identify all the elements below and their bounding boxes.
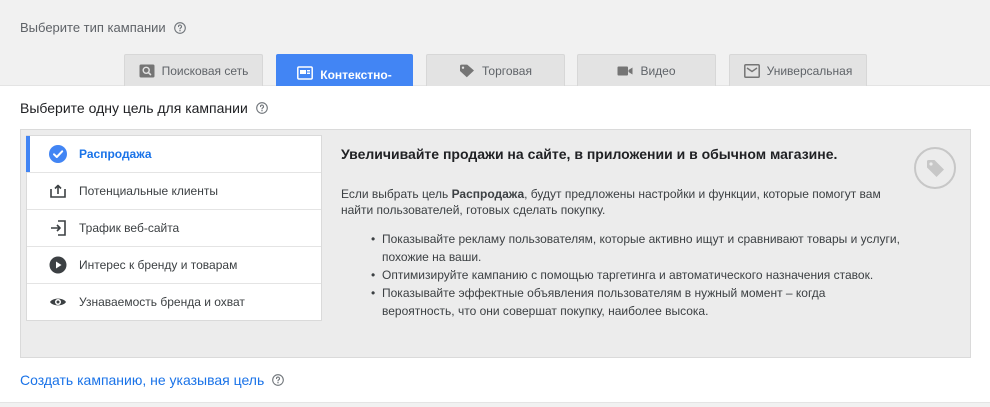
universal-icon	[743, 63, 760, 78]
intro-goal-name: Распродажа	[451, 187, 525, 201]
bullet-item: Показывайте эффектные объявления пользов…	[371, 284, 901, 320]
search-icon	[139, 64, 155, 78]
goal-detail: Увеличивайте продажи на сайте, в приложе…	[341, 146, 901, 320]
tab-shopping[interactable]: Торговая	[426, 54, 565, 86]
create-link-label: Создать кампанию, не указывая цель	[20, 372, 265, 388]
help-icon[interactable]	[255, 102, 268, 114]
shopping-tag-icon	[459, 64, 475, 78]
display-icon	[297, 66, 314, 80]
tab-label: Поисковая сеть	[161, 63, 249, 78]
video-icon	[617, 64, 633, 78]
goal-detail-heading: Увеличивайте продажи на сайте, в приложе…	[341, 146, 838, 162]
help-icon[interactable]	[173, 21, 186, 34]
goal-detail-intro: Если выбрать цель Распродажа, будут пред…	[341, 186, 901, 218]
tab-label: Контекстно-	[320, 68, 392, 82]
goal-title: Выберите одну цель для кампании	[20, 100, 268, 116]
tab-search-network[interactable]: Поисковая сеть	[124, 54, 263, 86]
tab-label: Видео	[640, 63, 676, 78]
leads-icon	[49, 182, 67, 200]
campaign-type-title: Выберите тип кампании	[20, 20, 186, 35]
goal-item-website-traffic[interactable]: Трафик веб-сайта	[27, 210, 321, 247]
check-circle-icon	[49, 145, 67, 163]
next-section-edge	[0, 402, 990, 407]
tag-icon	[914, 147, 956, 189]
intro-text: Если выбрать цель	[341, 187, 452, 201]
goal-title-text: Выберите одну цель для кампании	[20, 100, 248, 116]
goal-item-brand-interest[interactable]: Интерес к бренду и товарам	[27, 247, 321, 284]
website-traffic-icon	[49, 219, 67, 237]
tab-label: Универсальная	[766, 63, 853, 78]
help-icon[interactable]	[272, 374, 285, 386]
tab-label: Торговая	[482, 63, 532, 78]
goal-detail-bullets: Показывайте рекламу пользователям, котор…	[341, 230, 901, 320]
goal-panel: Распродажа Потенциальные клиенты Трафик …	[20, 129, 971, 358]
goal-item-label: Интерес к бренду и товарам	[79, 258, 238, 272]
goal-item-label: Распродажа	[79, 147, 152, 161]
bullet-item: Оптимизируйте кампанию с помощью таргети…	[371, 266, 901, 284]
campaign-type-section: Выберите тип кампании Поисковая сеть Кон…	[0, 0, 990, 86]
goal-item-label: Потенциальные клиенты	[79, 184, 218, 198]
goal-item-sales[interactable]: Распродажа	[26, 136, 321, 173]
goal-item-label: Трафик веб-сайта	[79, 221, 180, 235]
tab-universal[interactable]: Универсальная	[729, 54, 867, 86]
play-circle-icon	[49, 256, 67, 274]
eye-icon	[49, 293, 67, 311]
tab-video[interactable]: Видео	[577, 54, 716, 86]
create-campaign-without-goal-link[interactable]: Создать кампанию, не указывая цель	[20, 372, 285, 388]
campaign-type-title-text: Выберите тип кампании	[20, 20, 166, 35]
goal-item-leads[interactable]: Потенциальные клиенты	[27, 173, 321, 210]
tab-display-network[interactable]: Контекстно-	[276, 54, 413, 86]
goal-item-brand-awareness[interactable]: Узнаваемость бренда и охват	[27, 284, 321, 320]
goal-section: Выберите одну цель для кампании Распрода…	[0, 86, 990, 407]
goal-item-label: Узнаваемость бренда и охват	[79, 295, 245, 309]
goal-list: Распродажа Потенциальные клиенты Трафик …	[26, 135, 322, 321]
bullet-item: Показывайте рекламу пользователям, котор…	[371, 230, 901, 266]
